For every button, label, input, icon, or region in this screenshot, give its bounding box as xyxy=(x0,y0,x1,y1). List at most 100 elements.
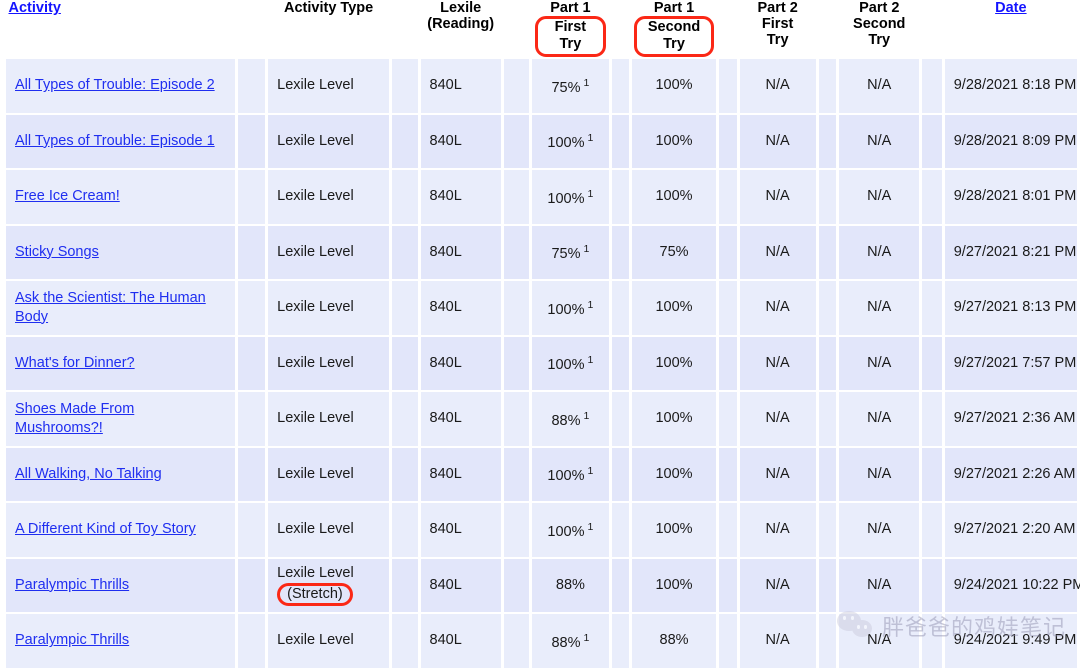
spacer-cell xyxy=(716,57,740,115)
spacer-cell xyxy=(389,223,421,281)
lexile-cell: 840L xyxy=(417,556,504,614)
part1-first-try-cell: 88% xyxy=(529,556,612,614)
activity-link[interactable]: All Walking, No Talking xyxy=(15,466,162,482)
activity-type-text: Lexile Level xyxy=(277,410,354,427)
first-try-label: First Try xyxy=(554,19,587,52)
footnote-marker: 1 xyxy=(587,354,594,367)
column-header-activity[interactable]: Activity xyxy=(4,0,237,58)
spacer-col xyxy=(717,0,739,58)
activity-link[interactable]: A Different Kind of Toy Story xyxy=(15,521,196,537)
report-page: Activity Activity Type Lexile (Reading) xyxy=(0,0,1080,670)
part1-first-try-value: 100% xyxy=(547,523,585,540)
activity-link[interactable]: Shoes Made From Mushrooms?! xyxy=(15,401,134,436)
column-header-date[interactable]: Date xyxy=(943,0,1079,58)
spacer-cell xyxy=(234,445,269,503)
activity-type-cell: Lexile Level xyxy=(265,334,393,392)
spacer-cell xyxy=(389,445,421,503)
part1-first-try-value: 88% xyxy=(551,412,581,429)
spacer-cell xyxy=(815,57,840,115)
spacer-cell xyxy=(234,168,269,226)
activity-link[interactable]: Paralympic Thrills xyxy=(15,632,129,648)
part1-second-try-cell: 100% xyxy=(628,57,720,115)
column-header-part1-second-try: Part 1 Second Try xyxy=(630,0,718,58)
spacer-cell xyxy=(608,556,632,614)
lexile-cell: 840L xyxy=(417,445,504,503)
part2-first-try-cell: N/A xyxy=(736,168,819,226)
date-cell: 9/27/2021 2:36 AM xyxy=(941,390,1080,448)
activity-link[interactable]: Sticky Songs xyxy=(15,244,99,260)
activity-type-cell: Lexile Level xyxy=(265,612,393,670)
activity-sort-link[interactable]: Activity xyxy=(9,0,61,16)
part2-second-label-line2: Try xyxy=(868,32,891,48)
spacer-cell xyxy=(716,501,740,559)
lexile-cell: 840L xyxy=(417,223,504,281)
date-cell: 9/24/2021 10:22 PM xyxy=(941,556,1080,614)
table-row: What's for Dinner? Lexile Level 840L 100% 1 1… xyxy=(3,334,1080,392)
spacer-cell xyxy=(500,223,533,281)
activity-link[interactable]: Ask the Scientist: The Human Body xyxy=(15,290,206,325)
table-body: All Types of Trouble: Episode 2 Lexile Le… xyxy=(3,57,1080,670)
lexile-cell: 840L xyxy=(417,57,504,115)
spacer-cell xyxy=(500,112,533,170)
spacer-cell xyxy=(919,556,945,614)
spacer-cell xyxy=(389,57,421,115)
spacer-col xyxy=(920,0,944,58)
activity-link[interactable]: All Types of Trouble: Episode 2 xyxy=(15,77,215,93)
activity-link[interactable]: Paralympic Thrills xyxy=(15,577,129,593)
part2-second-label-line1: Second xyxy=(853,16,906,32)
part2-second-try-cell: N/A xyxy=(836,556,923,614)
part1-first-try-cell: 100% 1 xyxy=(529,279,612,337)
activity-link[interactable]: What's for Dinner? xyxy=(15,355,135,371)
activity-type-label: Activity Type xyxy=(284,0,374,16)
spacer-cell xyxy=(919,390,945,448)
spacer-cell xyxy=(919,112,945,170)
spacer-col xyxy=(817,0,838,58)
spacer-cell xyxy=(389,334,421,392)
spacer-cell xyxy=(919,57,945,115)
lexile-cell: 840L xyxy=(417,501,504,559)
activity-type-cell: Lexile Level (Stretch) xyxy=(265,556,393,614)
lexile-cell: 840L xyxy=(417,390,504,448)
part1-first-try-cell: 88% 1 xyxy=(529,390,612,448)
spacer-cell xyxy=(500,501,533,559)
part1-second-try-cell: 100% xyxy=(628,279,720,337)
table-row: Sticky Songs Lexile Level 840L 75% 1 75% N/A N/… xyxy=(3,223,1080,281)
spacer-cell xyxy=(815,279,840,337)
spacer-cell xyxy=(389,501,421,559)
part1-first-try-value: 88% xyxy=(555,576,585,593)
part2-first-try-cell: N/A xyxy=(736,390,819,448)
lexile-cell: 840L xyxy=(417,612,504,670)
part2-first-try-cell: N/A xyxy=(736,556,819,614)
activity-type-text: Lexile Level xyxy=(277,77,354,94)
activity-link[interactable]: Free Ice Cream! xyxy=(15,188,120,204)
column-header-lexile: Lexile (Reading) xyxy=(419,0,503,58)
spacer-cell xyxy=(500,168,533,226)
activity-type-cell: Lexile Level xyxy=(265,57,393,115)
date-cell: 9/27/2021 2:20 AM xyxy=(941,501,1080,559)
part1-first-try-value: 100% xyxy=(547,357,585,374)
part2-first-try-cell: N/A xyxy=(736,445,819,503)
part1b-label: Part 1 xyxy=(653,0,695,16)
spacer-cell xyxy=(716,112,740,170)
spacer-cell xyxy=(608,390,632,448)
part1-second-try-cell: 100% xyxy=(628,445,720,503)
spacer-cell xyxy=(500,612,533,670)
footnote-marker: 1 xyxy=(587,298,594,311)
spacer-cell xyxy=(234,390,269,448)
activity-link[interactable]: All Types of Trouble: Episode 1 xyxy=(15,133,215,149)
spacer-cell xyxy=(389,556,421,614)
spacer-cell xyxy=(919,334,945,392)
part1-second-try-cell: 100% xyxy=(628,556,720,614)
date-cell: 9/28/2021 8:01 PM xyxy=(941,168,1080,226)
part1-first-try-value: 100% xyxy=(547,301,585,318)
activity-type-text: Lexile Level xyxy=(277,632,354,649)
spacer-cell xyxy=(500,390,533,448)
date-cell: 9/28/2021 8:18 PM xyxy=(941,57,1080,115)
spacer-cell xyxy=(815,501,840,559)
footnote-marker: 1 xyxy=(587,520,594,533)
date-sort-link[interactable]: Date xyxy=(995,0,1026,16)
column-header-part1-first-try: Part 1 First Try xyxy=(530,0,611,58)
stretch-label: (Stretch) xyxy=(287,586,343,603)
part2-first-try-cell: N/A xyxy=(736,501,819,559)
activity-type-cell: Lexile Level xyxy=(265,501,393,559)
